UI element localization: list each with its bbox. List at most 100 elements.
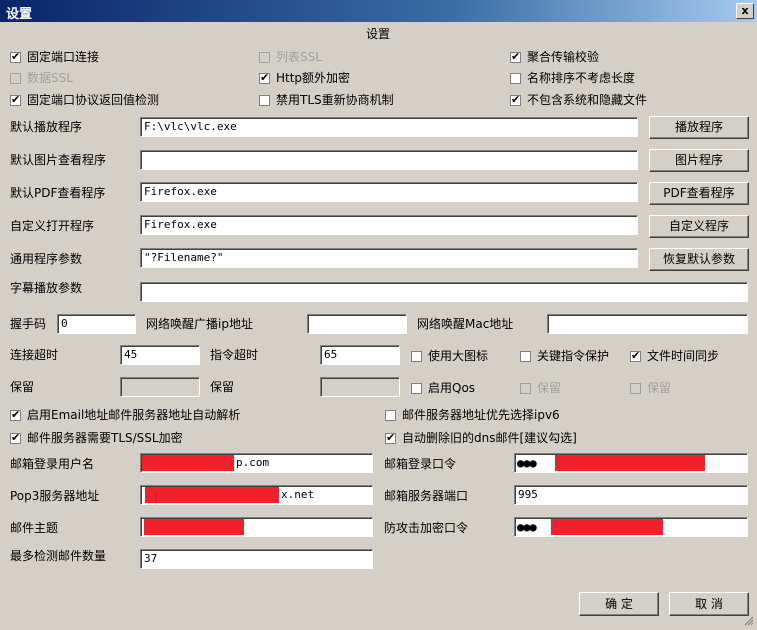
image-input[interactable] xyxy=(140,150,638,170)
handshake-label: 握手码 xyxy=(10,317,47,331)
cancel-button[interactable]: 取 消 xyxy=(669,592,749,616)
checkbox-box xyxy=(630,349,641,363)
checkbox-label: 列表SSL xyxy=(276,50,322,64)
http-extra-checkbox[interactable]: Http额外加密 xyxy=(259,71,350,85)
checkbox-box xyxy=(10,93,21,107)
mail-user-label: 邮箱登录用户名 xyxy=(10,457,95,471)
auto-delete-checkbox[interactable]: 自动删除旧的dns邮件[建议勾选] xyxy=(385,431,577,445)
redaction-mark xyxy=(555,455,705,471)
reserve-b-input xyxy=(320,377,400,397)
fixed-port-check-checkbox[interactable]: 固定端口协议返回值检测 xyxy=(10,93,159,107)
password-dots: ●●● xyxy=(517,456,537,470)
redaction-mark xyxy=(144,519,244,535)
mail-port-input[interactable]: 995 xyxy=(514,485,748,505)
checkbox-label: 固定端口连接 xyxy=(27,50,100,64)
wake-ip-input[interactable] xyxy=(307,314,407,334)
checkbox-label: Http额外加密 xyxy=(276,71,351,85)
handshake-input[interactable]: 0 xyxy=(57,314,136,334)
mail-password-input[interactable]: ●●● xyxy=(514,453,748,473)
params-label: 通用程序参数 xyxy=(10,252,83,266)
reset-params-button[interactable]: 恢复默认参数 xyxy=(649,248,749,271)
mail-subject-input[interactable] xyxy=(140,517,373,537)
fixed-port-checkbox[interactable]: 固定端口连接 xyxy=(10,50,99,64)
checkbox-label: 文件时间同步 xyxy=(647,349,720,363)
custom-input[interactable]: Firefox.exe xyxy=(140,215,638,235)
reserve1-checkbox[interactable]: 保留 xyxy=(520,381,561,395)
checkbox-box xyxy=(510,73,521,84)
checkbox-label: 邮件服务器需要TLS/SSL加密 xyxy=(27,431,183,445)
custom-label: 自定义打开程序 xyxy=(10,219,95,233)
player-button[interactable]: 播放程序 xyxy=(649,116,749,139)
checkbox-box xyxy=(385,410,396,421)
anti-attack-input[interactable]: ●●● xyxy=(514,517,748,537)
list-ssl-checkbox[interactable]: 列表SSL xyxy=(259,50,322,64)
aggregate-check-checkbox[interactable]: 聚合传输校验 xyxy=(510,50,599,64)
conn-timeout-input[interactable]: 45 xyxy=(120,345,200,365)
redaction-mark xyxy=(145,487,279,503)
cmd-timeout-label: 指令超时 xyxy=(210,348,259,362)
pdf-button[interactable]: PDF查看程序 xyxy=(649,182,749,205)
disable-tls-checkbox[interactable]: 禁用TLS重新协商机制 xyxy=(259,93,394,107)
checkbox-box xyxy=(510,50,521,64)
checkbox-label: 禁用TLS重新协商机制 xyxy=(276,93,394,107)
checkbox-box xyxy=(10,408,21,422)
cmd-timeout-input[interactable]: 65 xyxy=(320,345,400,365)
resize-grip-icon xyxy=(744,616,754,626)
checkbox-box xyxy=(630,383,641,394)
custom-button[interactable]: 自定义程序 xyxy=(649,215,749,238)
big-icon-checkbox[interactable]: 使用大图标 xyxy=(411,349,488,363)
redaction-mark xyxy=(551,519,663,535)
pop3-input[interactable]: x.net xyxy=(140,485,373,505)
checkbox-label: 启用Qos xyxy=(428,381,476,395)
pop3-suffix: x.net xyxy=(281,488,315,501)
max-mail-input[interactable]: 37 xyxy=(140,549,373,569)
name-sort-checkbox[interactable]: 名称排序不考虑长度 xyxy=(510,71,635,85)
no-system-files-checkbox[interactable]: 不包含系统和隐藏文件 xyxy=(510,93,647,107)
mail-password-label: 邮箱登录口令 xyxy=(384,457,457,471)
pdf-input[interactable]: Firefox.exe xyxy=(140,182,638,202)
subtitle-input[interactable] xyxy=(140,282,748,302)
pop3-label: Pop3服务器地址 xyxy=(10,489,100,503)
checkbox-label: 名称排序不考虑长度 xyxy=(527,71,636,85)
player-input[interactable]: F:\vlc\vlc.exe xyxy=(140,117,638,137)
reserve2-checkbox[interactable]: 保留 xyxy=(630,381,671,395)
wake-mac-input[interactable] xyxy=(547,314,748,334)
checkbox-box xyxy=(385,431,396,445)
data-ssl-checkbox[interactable]: 数据SSL xyxy=(10,71,73,85)
checkbox-label: 聚合传输校验 xyxy=(527,50,600,64)
checkbox-box xyxy=(520,383,531,394)
ok-button[interactable]: 确 定 xyxy=(579,592,659,616)
checkbox-label: 使用大图标 xyxy=(428,349,489,363)
enable-qos-checkbox[interactable]: 启用Qos xyxy=(411,381,475,395)
checkbox-box xyxy=(10,50,21,64)
checkbox-box xyxy=(259,52,270,63)
resize-grip[interactable] xyxy=(742,614,754,626)
tls-ssl-checkbox[interactable]: 邮件服务器需要TLS/SSL加密 xyxy=(10,431,183,445)
dialog-heading: 设置 xyxy=(366,27,391,41)
checkbox-box xyxy=(411,351,422,362)
conn-timeout-label: 连接超时 xyxy=(10,348,59,362)
checkbox-box xyxy=(411,383,422,394)
max-mail-label: 最多检测邮件数量 xyxy=(10,549,107,563)
checkbox-box xyxy=(259,95,270,106)
checkbox-label: 邮件服务器地址优先选择ipv6 xyxy=(402,408,560,422)
checkbox-label: 关键指令保护 xyxy=(537,349,610,363)
checkbox-label: 自动删除旧的dns邮件[建议勾选] xyxy=(402,431,577,445)
mail-user-input[interactable]: p.com xyxy=(140,453,373,473)
password-dots: ●●● xyxy=(517,520,537,534)
checkbox-box xyxy=(510,93,521,107)
checkbox-label: 保留 xyxy=(647,381,672,395)
image-button[interactable]: 图片程序 xyxy=(649,149,749,172)
cmd-protect-checkbox[interactable]: 关键指令保护 xyxy=(520,349,609,363)
reserve-b-label: 保留 xyxy=(210,380,235,394)
checkbox-box xyxy=(520,351,531,362)
wake-mac-label: 网络唤醒Mac地址 xyxy=(417,317,514,331)
mail-subject-label: 邮件主题 xyxy=(10,521,59,535)
close-button[interactable]: x xyxy=(736,3,754,19)
time-sync-checkbox[interactable]: 文件时间同步 xyxy=(630,349,719,363)
ipv6-checkbox[interactable]: 邮件服务器地址优先选择ipv6 xyxy=(385,408,560,422)
params-input[interactable]: "?Filename?" xyxy=(140,248,638,268)
player-label: 默认播放程序 xyxy=(10,120,83,134)
email-parse-checkbox[interactable]: 启用Email地址邮件服务器地址自动解析 xyxy=(10,408,240,422)
redaction-mark xyxy=(142,455,234,471)
